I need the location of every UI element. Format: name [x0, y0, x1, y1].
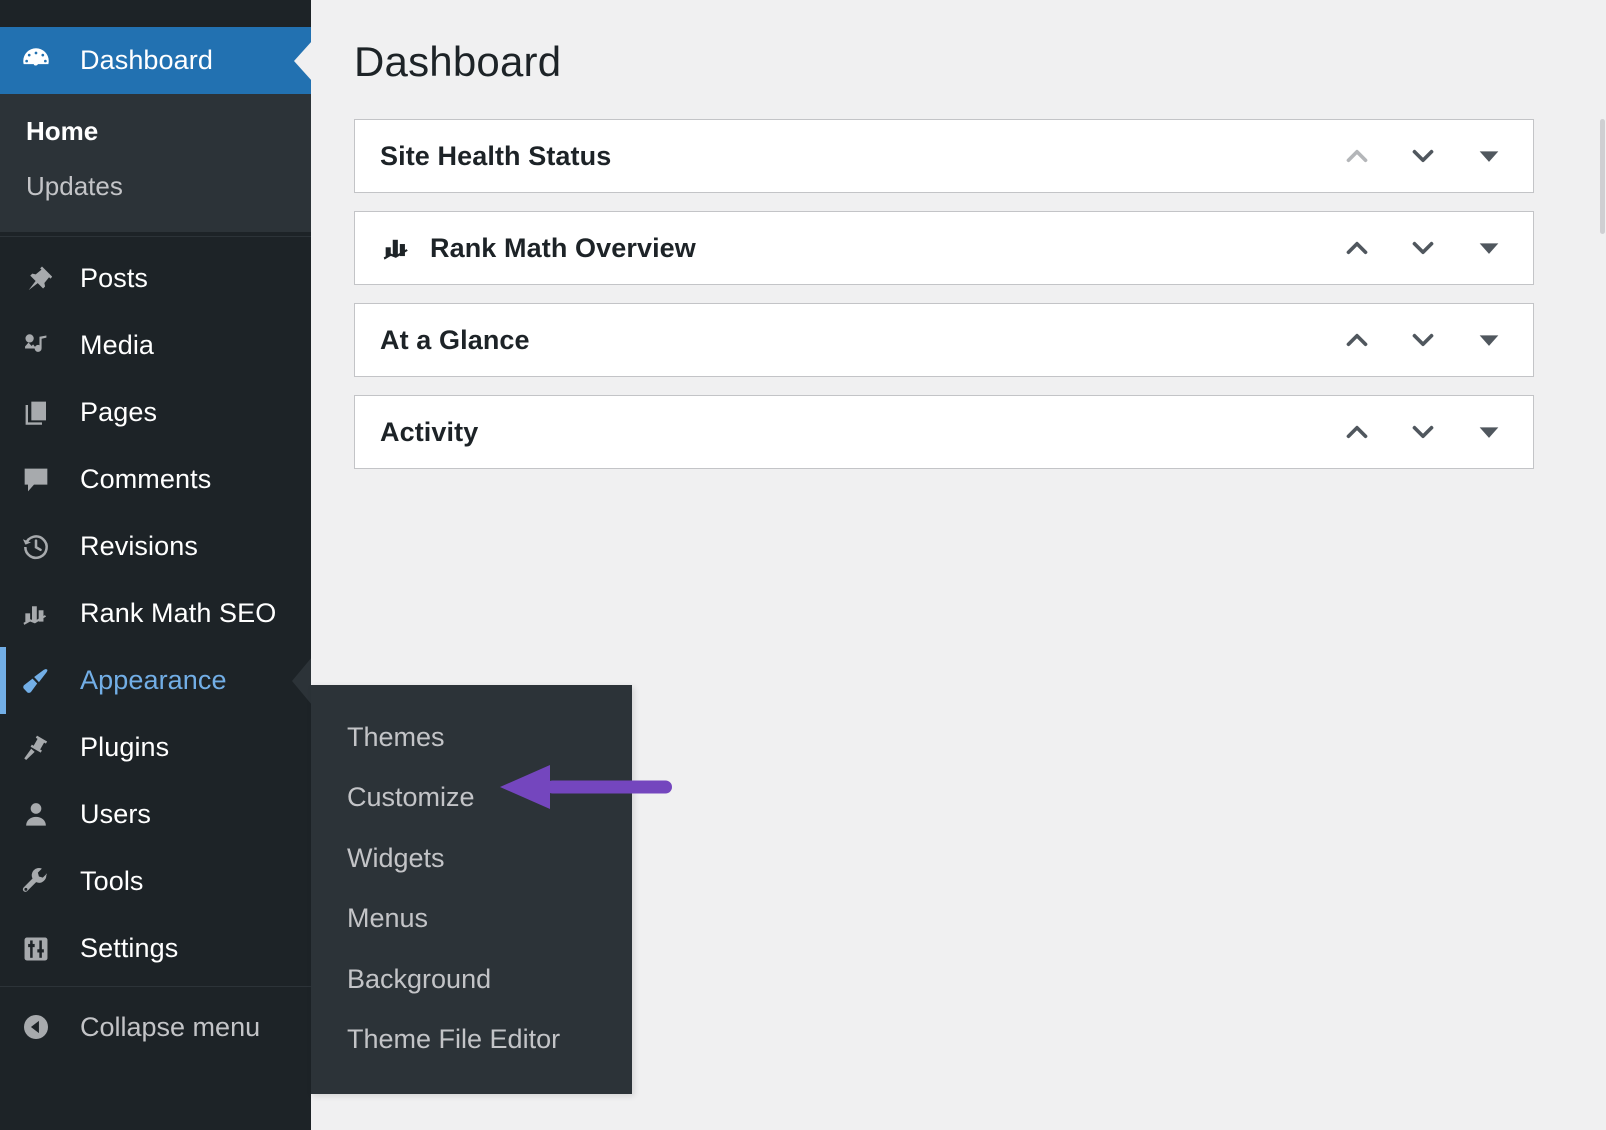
widget-site-health-status: Site Health Status: [354, 119, 1534, 193]
active-pointer-notch: [294, 41, 312, 81]
move-up-button[interactable]: [1335, 134, 1379, 178]
sidebar-item-comments[interactable]: Comments: [0, 446, 311, 513]
submenu-item-theme-file-editor[interactable]: Theme File Editor: [311, 1009, 632, 1069]
page-title: Dashboard: [354, 38, 561, 86]
sidebar-item-label: Tools: [80, 866, 144, 897]
sidebar-item-pages[interactable]: Pages: [0, 379, 311, 446]
sidebar-item-label: Media: [80, 330, 154, 361]
widget-at-a-glance: At a Glance: [354, 303, 1534, 377]
widget-title-text: Activity: [380, 417, 478, 448]
sidebar-item-media[interactable]: Media: [0, 312, 311, 379]
toggle-panel-button[interactable]: [1467, 134, 1511, 178]
widget-title: Activity: [380, 417, 478, 448]
media-icon: [14, 324, 58, 368]
collapse-menu-button[interactable]: Collapse menu: [0, 995, 311, 1059]
submenu-item-menus[interactable]: Menus: [311, 888, 632, 948]
rank-math-icon: [380, 231, 414, 265]
sidebar-item-plugins[interactable]: Plugins: [0, 714, 311, 781]
widget-title: Rank Math Overview: [380, 231, 696, 265]
paintbrush-icon: [14, 659, 58, 703]
wordpress-admin-screen: Dashboard Home Updates Posts: [0, 0, 1606, 1130]
open-pointer-notch: [292, 657, 312, 705]
dashboard-gauge-icon: [14, 39, 58, 83]
pin-icon: [14, 257, 58, 301]
user-icon: [14, 793, 58, 837]
toggle-panel-button[interactable]: [1467, 410, 1511, 454]
widget-actions: [1335, 212, 1511, 284]
sliders-icon: [14, 927, 58, 971]
sidebar-divider-2: [0, 986, 311, 995]
sidebar-item-label: Appearance: [80, 665, 227, 696]
widget-activity: Activity: [354, 395, 1534, 469]
sidebar-item-users[interactable]: Users: [0, 781, 311, 848]
appearance-submenu-flyout: Themes Customize Widgets Menus Backgroun…: [311, 685, 632, 1094]
widget-rank-math-overview: Rank Math Overview: [354, 211, 1534, 285]
widget-actions: [1335, 304, 1511, 376]
sidebar-item-label: Dashboard: [80, 45, 213, 76]
move-up-button[interactable]: [1335, 410, 1379, 454]
sidebar-item-label: Plugins: [80, 732, 169, 763]
sidebar-item-label: Revisions: [80, 531, 198, 562]
submenu-item-background[interactable]: Background: [311, 949, 632, 1009]
collapse-menu-label: Collapse menu: [80, 1012, 260, 1043]
sidebar-item-revisions[interactable]: Revisions: [0, 513, 311, 580]
sidebar-item-label: Users: [80, 799, 151, 830]
wrench-icon: [14, 860, 58, 904]
submenu-item-home[interactable]: Home: [0, 104, 311, 159]
admin-sidebar: Dashboard Home Updates Posts: [0, 0, 311, 1130]
submenu-item-customize[interactable]: Customize: [311, 767, 632, 827]
widget-actions: [1335, 120, 1511, 192]
move-up-button[interactable]: [1335, 226, 1379, 270]
sidebar-item-label: Pages: [80, 397, 157, 428]
widget-title-text: Site Health Status: [380, 141, 611, 172]
sidebar-item-appearance[interactable]: Appearance: [0, 647, 311, 714]
move-down-button[interactable]: [1401, 226, 1445, 270]
sidebar-top-spacer: [0, 0, 311, 27]
page-scrollbar[interactable]: [1598, 0, 1606, 1130]
collapse-arrow-icon: [14, 1005, 58, 1049]
sidebar-item-dashboard[interactable]: Dashboard: [0, 27, 311, 94]
widget-title-text: At a Glance: [380, 325, 530, 356]
plug-icon: [14, 726, 58, 770]
sidebar-item-rank-math-seo[interactable]: Rank Math SEO: [0, 580, 311, 647]
sidebar-item-label: Rank Math SEO: [80, 598, 276, 629]
toggle-panel-button[interactable]: [1467, 318, 1511, 362]
sidebar-item-posts[interactable]: Posts: [0, 245, 311, 312]
dashboard-submenu: Home Updates: [0, 94, 311, 232]
move-down-button[interactable]: [1401, 134, 1445, 178]
toggle-panel-button[interactable]: [1467, 226, 1511, 270]
widget-actions: [1335, 396, 1511, 468]
scrollbar-thumb[interactable]: [1600, 119, 1605, 234]
widget-title: Site Health Status: [380, 141, 611, 172]
dashboard-widgets: Site Health Status: [354, 119, 1534, 487]
clock-history-icon: [14, 525, 58, 569]
sidebar-item-settings[interactable]: Settings: [0, 915, 311, 982]
move-down-button[interactable]: [1401, 410, 1445, 454]
widget-title: At a Glance: [380, 325, 530, 356]
sidebar-item-label: Settings: [80, 933, 178, 964]
pages-icon: [14, 391, 58, 435]
sidebar-item-tools[interactable]: Tools: [0, 848, 311, 915]
submenu-item-themes[interactable]: Themes: [311, 707, 632, 767]
widget-title-text: Rank Math Overview: [430, 233, 696, 264]
sidebar-item-label: Comments: [80, 464, 211, 495]
submenu-item-updates[interactable]: Updates: [0, 159, 311, 214]
sidebar-divider-1: [0, 236, 311, 245]
comment-bubble-icon: [14, 458, 58, 502]
move-down-button[interactable]: [1401, 318, 1445, 362]
submenu-item-widgets[interactable]: Widgets: [311, 828, 632, 888]
rank-math-icon: [14, 592, 58, 636]
sidebar-item-label: Posts: [80, 263, 148, 294]
move-up-button[interactable]: [1335, 318, 1379, 362]
